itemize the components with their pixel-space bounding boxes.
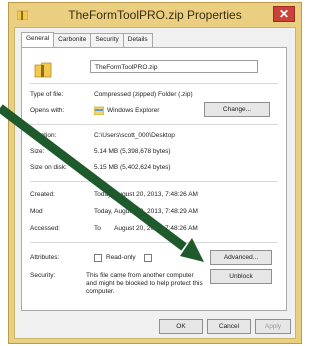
ok-button[interactable]: OK — [159, 319, 203, 334]
cancel-button[interactable]: Cancel — [207, 319, 251, 334]
security-label: Security: — [30, 272, 56, 279]
size-on-disk-value: 5.15 MB (5,402,624 bytes) — [94, 164, 171, 171]
title-bar: TheFormToolPRO.zip Properties ✕ — [9, 3, 301, 27]
created-value: Today, August 20, 2013, 7:48:26 AM — [94, 191, 198, 198]
attributes-label: Attributes: — [30, 254, 60, 261]
unblock-button[interactable]: Unblock — [210, 269, 272, 284]
accessed-prefix: To — [94, 225, 101, 232]
size-on-disk-label: Size on disk: — [30, 164, 67, 171]
file-name-field[interactable]: TheFormToolPRO.zip — [90, 60, 258, 73]
type-value: Compressed (zipped) Folder (.zip) — [94, 91, 193, 98]
size-label: Size: — [30, 148, 45, 155]
readonly-label: Read-only — [106, 254, 136, 261]
divider — [30, 242, 278, 243]
opens-value: Windows Explorer — [107, 107, 160, 114]
tab-general[interactable]: General — [21, 32, 55, 48]
location-label: Location: — [30, 132, 57, 139]
modified-value: Today, August 20, 2013, 7:48:29 AM — [94, 208, 198, 215]
security-text: This file came from another computer and… — [86, 272, 203, 295]
apply-button[interactable]: Apply — [255, 319, 291, 334]
size-value: 5.14 MB (5,398,678 bytes) — [94, 148, 171, 155]
hidden-checkbox[interactable] — [144, 254, 152, 262]
modified-label: Mod — [30, 208, 43, 215]
tab-strip: General Carbonite Security Details — [21, 32, 153, 48]
window-title: TheFormToolPRO.zip Properties — [68, 8, 242, 22]
tab-details[interactable]: Details — [122, 33, 153, 47]
accessed-value: August 20, 2013, 7:48:26 AM — [114, 225, 198, 232]
opens-label: Opens with: — [30, 107, 65, 114]
change-button[interactable]: Change... — [204, 102, 270, 117]
zip-folder-large-icon — [34, 62, 52, 78]
location-value: C:\Users\scott_000\Desktop — [94, 132, 175, 139]
general-panel: TheFormToolPRO.zip Type of file: Compres… — [21, 47, 287, 311]
accessed-label: Accessed: — [30, 225, 60, 232]
readonly-checkbox[interactable] — [94, 254, 102, 262]
dialog-client: General Carbonite Security Details TheFo… — [14, 27, 296, 339]
close-button[interactable]: ✕ — [273, 6, 295, 22]
divider — [30, 181, 278, 182]
properties-window: TheFormToolPRO.zip Properties ✕ General … — [8, 2, 302, 344]
tab-carbonite[interactable]: Carbonite — [53, 33, 92, 47]
type-label: Type of file: — [30, 91, 64, 98]
tab-security[interactable]: Security — [90, 33, 124, 47]
divider — [30, 124, 278, 125]
advanced-button[interactable]: Advanced... — [210, 250, 272, 265]
explorer-icon — [94, 106, 104, 115]
divider — [30, 83, 278, 84]
created-label: Created: — [30, 191, 55, 198]
